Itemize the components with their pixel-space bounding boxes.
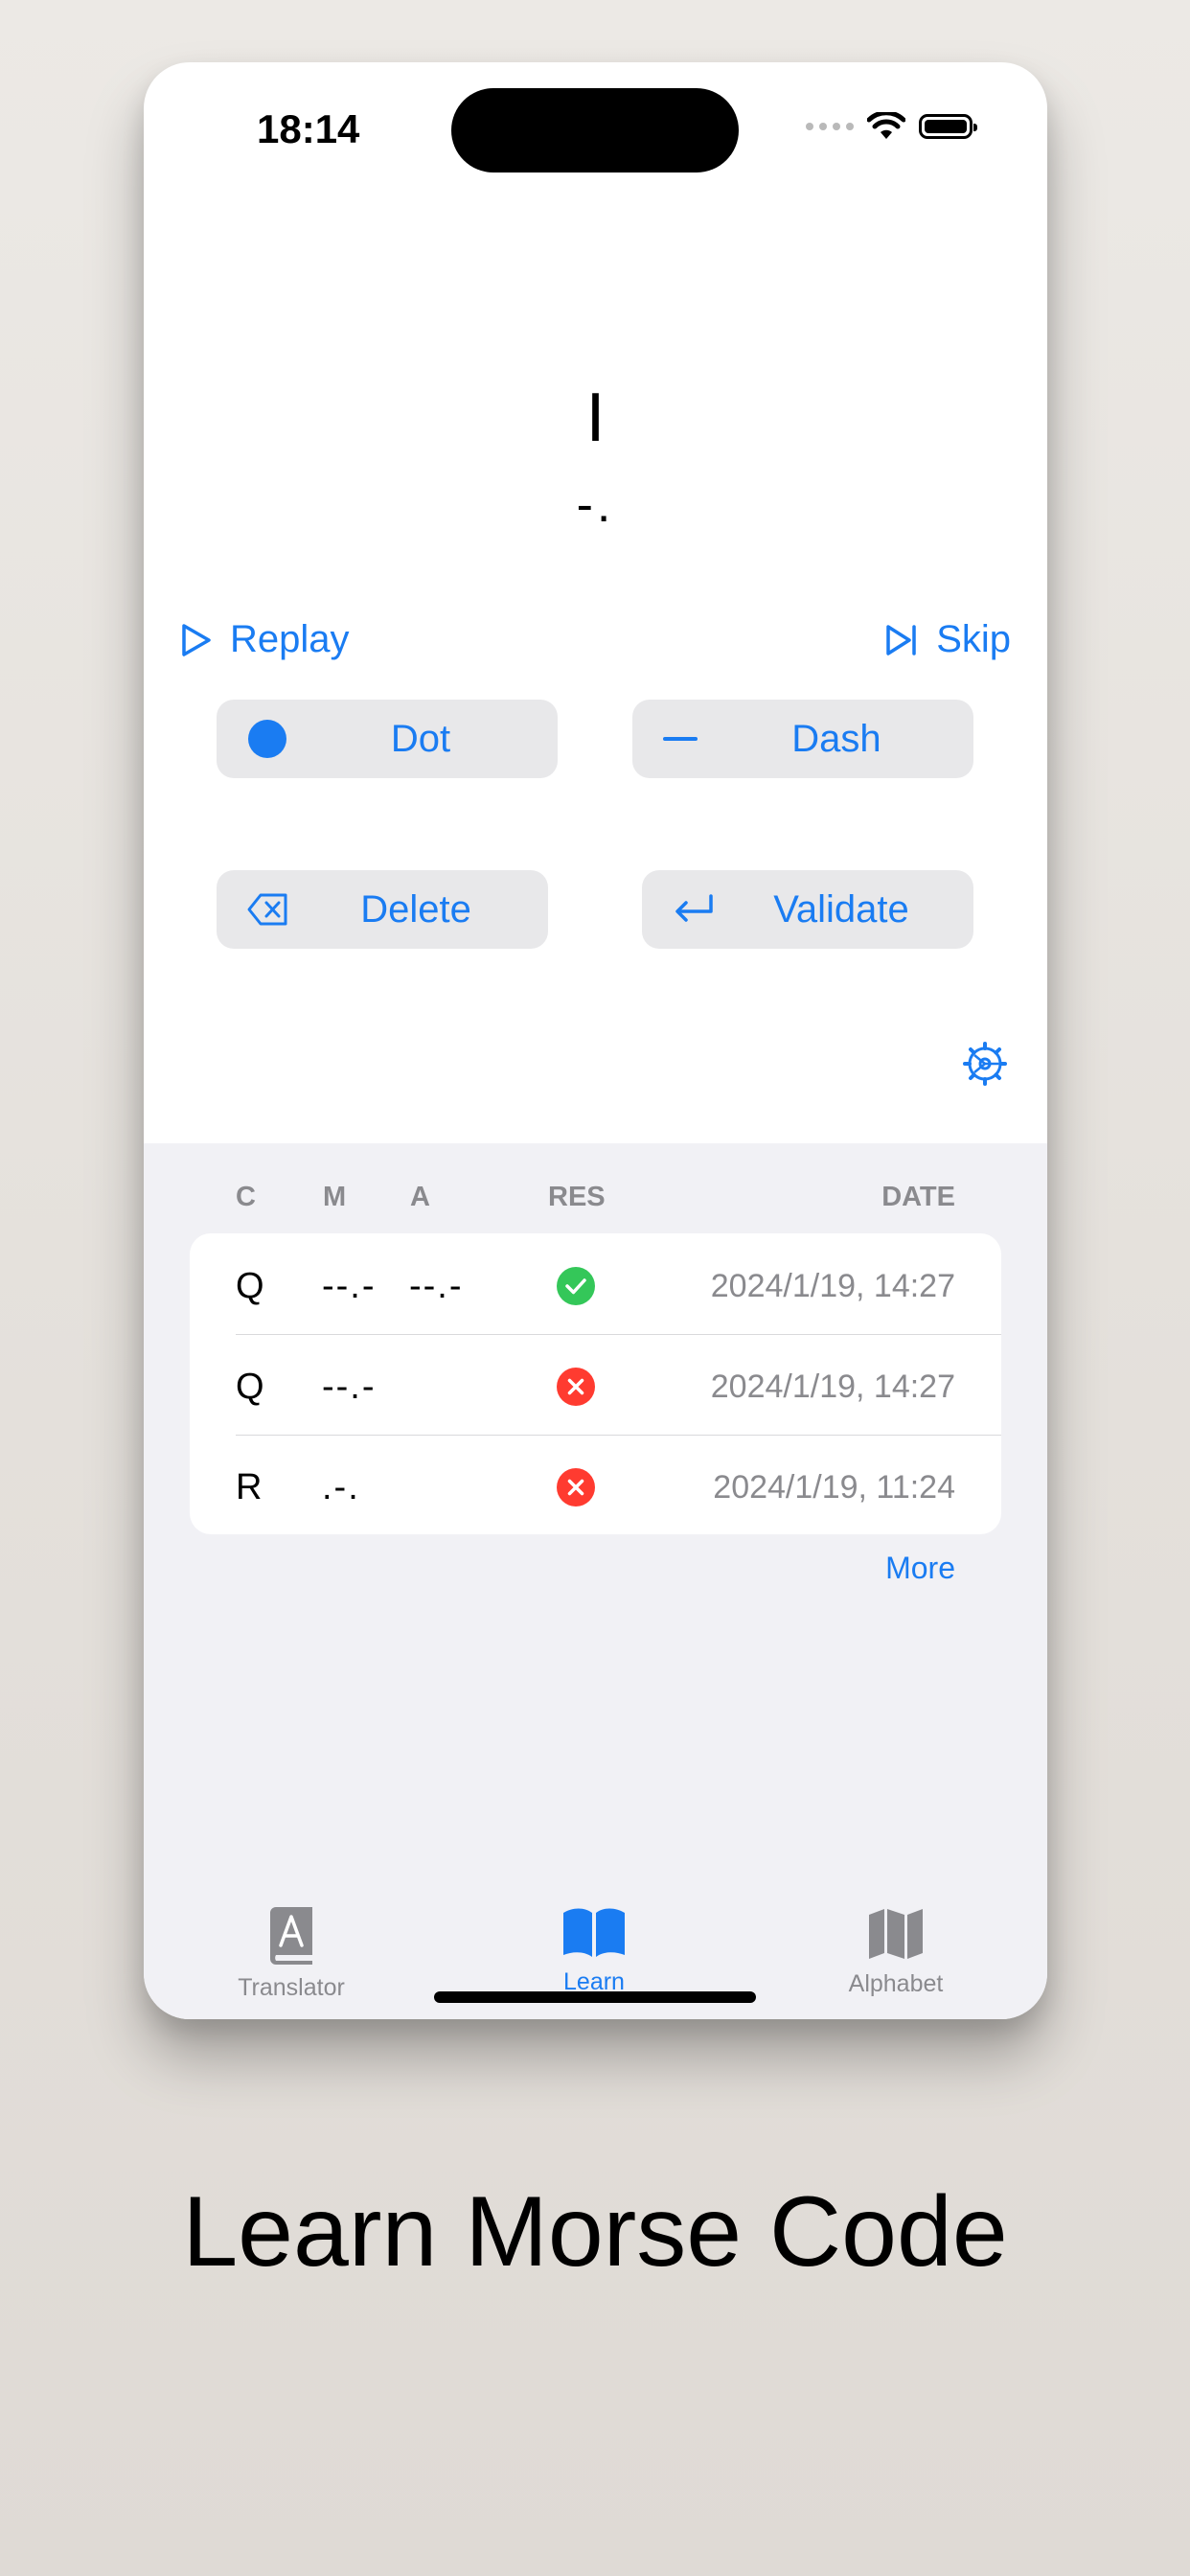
history-row[interactable]: Q --.- --.- 2024/1/19, 14:27	[190, 1233, 1001, 1334]
tab-alphabet[interactable]: Alphabet	[800, 1907, 992, 1998]
row-character: Q	[236, 1367, 264, 1407]
status-indicators	[806, 112, 977, 141]
x-circle-icon	[556, 1467, 596, 1512]
checkmark-circle-icon	[556, 1266, 596, 1311]
skip-forward-icon	[886, 624, 916, 656]
dot-button[interactable]: Dot	[217, 700, 558, 778]
return-icon	[673, 892, 715, 927]
tab-learn[interactable]: Learn	[498, 1907, 690, 1996]
row-answer: --.-	[409, 1266, 464, 1306]
wifi-icon	[867, 112, 905, 139]
dictionary-book-icon	[270, 1907, 312, 1965]
row-character: Q	[236, 1266, 264, 1306]
status-time: 18:14	[257, 106, 360, 151]
challenge-morse: -.	[576, 477, 615, 533]
column-header-result: RES	[548, 1182, 606, 1212]
more-button[interactable]: More	[885, 1551, 955, 1586]
delete-button[interactable]: Delete	[217, 870, 548, 949]
skip-button[interactable]: Skip	[884, 618, 1011, 661]
row-date: 2024/1/19, 11:24	[713, 1469, 955, 1506]
x-circle-icon	[556, 1367, 596, 1412]
battery-icon	[919, 114, 977, 139]
map-icon	[869, 1909, 923, 1959]
row-morse: --.-	[322, 1367, 377, 1407]
delete-backward-icon	[247, 892, 289, 927]
validate-button[interactable]: Validate	[642, 870, 973, 949]
skip-label: Skip	[936, 618, 1011, 660]
column-header-morse: M	[323, 1182, 347, 1212]
column-header-character: C	[236, 1182, 256, 1212]
home-indicator	[434, 1991, 756, 2003]
tab-translator-label: Translator	[238, 1974, 345, 2001]
row-morse: .-.	[322, 1467, 360, 1507]
history-table: Q --.- --.- 2024/1/19, 14:27 Q --.- 2024…	[190, 1233, 1001, 1534]
cellular-signal-icon	[806, 123, 854, 130]
dot-icon	[247, 719, 287, 759]
tab-alphabet-label: Alphabet	[848, 1970, 944, 1997]
replay-label: Replay	[230, 618, 350, 660]
history-row[interactable]: Q --.- 2024/1/19, 14:27	[190, 1334, 1001, 1435]
phone-screen: 18:14 I -. Replay Skip Dot Dash Delete V…	[144, 62, 1047, 2019]
challenge-letter: I	[585, 380, 606, 456]
dash-button[interactable]: Dash	[632, 700, 973, 778]
dash-icon	[663, 734, 698, 744]
column-header-date: DATE	[881, 1182, 955, 1212]
row-date: 2024/1/19, 14:27	[710, 1268, 955, 1304]
row-character: R	[236, 1467, 263, 1507]
play-icon	[182, 623, 211, 656]
settings-button[interactable]	[963, 1042, 1007, 1091]
tab-translator[interactable]: Translator	[195, 1907, 387, 2002]
column-header-answer: A	[410, 1182, 430, 1212]
row-morse: --.-	[322, 1266, 377, 1306]
dynamic-island	[451, 88, 739, 172]
replay-button[interactable]: Replay	[180, 618, 350, 661]
row-date: 2024/1/19, 14:27	[710, 1368, 955, 1405]
marketing-headline: Learn Morse Code	[182, 2176, 1008, 2288]
gear-icon	[963, 1042, 1007, 1086]
open-book-icon	[563, 1908, 625, 1957]
history-row[interactable]: R .-. 2024/1/19, 11:24	[190, 1435, 1001, 1534]
